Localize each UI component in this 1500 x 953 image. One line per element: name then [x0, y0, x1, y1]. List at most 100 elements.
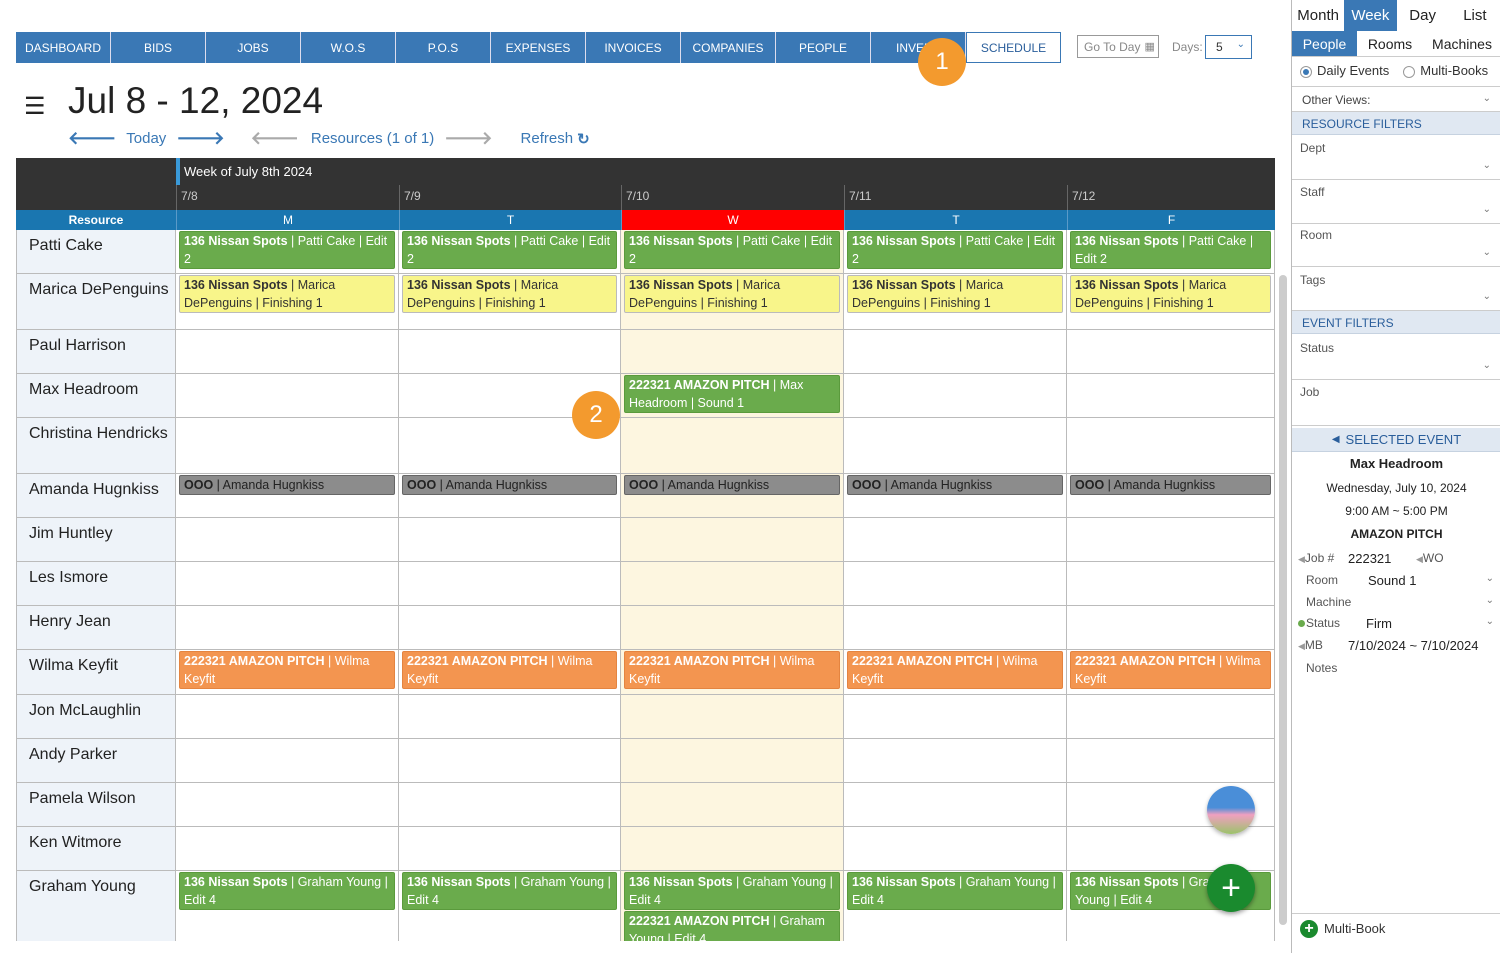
resources-link[interactable]: Resources (1 of 1): [311, 130, 434, 147]
calendar-event[interactable]: 136 Nissan Spots | Marica DePenguins | F…: [1070, 275, 1271, 313]
calendar-event[interactable]: 136 Nissan Spots | Patti Cake | Edit 2: [624, 231, 840, 269]
calendar-event[interactable]: 222321 AMAZON PITCH | Max Headroom | Sou…: [624, 375, 840, 413]
calendar-cell[interactable]: [1067, 695, 1275, 738]
calendar-cell[interactable]: [844, 606, 1067, 649]
calendar-cell[interactable]: [399, 518, 621, 561]
calendar-event[interactable]: OOO | Amanda Hugnkiss: [179, 475, 395, 495]
calendar-event[interactable]: 136 Nissan Spots | Marica DePenguins | F…: [179, 275, 395, 313]
resources-prev-icon[interactable]: 🡐: [251, 128, 299, 149]
nav-companies-button[interactable]: COMPANIES: [681, 32, 776, 63]
go-to-day-button[interactable]: Go To Day ▦: [1077, 35, 1159, 58]
calendar-cell[interactable]: [844, 418, 1067, 473]
filter-staff[interactable]: Staff ⌄: [1292, 180, 1500, 224]
days-select[interactable]: 5 ⌄: [1205, 35, 1252, 59]
calendar-cell[interactable]: [621, 827, 844, 870]
calendar-cell[interactable]: [1067, 518, 1275, 561]
arrow-right-icon[interactable]: 🡒: [176, 128, 224, 149]
nav-pos-button[interactable]: P.O.S: [396, 32, 491, 63]
radio-multi-books[interactable]: Multi-Books: [1403, 63, 1488, 78]
resource-name[interactable]: Jon McLaughlin: [16, 695, 176, 738]
resource-name[interactable]: Pamela Wilson: [16, 783, 176, 826]
resource-name[interactable]: Amanda Hugnkiss: [16, 474, 176, 517]
calendar-cell[interactable]: [1067, 827, 1275, 870]
calendar-event[interactable]: 136 Nissan Spots | Graham Young | Edit 4: [402, 872, 617, 910]
calendar-event[interactable]: 136 Nissan Spots | Graham Young | Edit 4: [179, 872, 395, 910]
app-logo-button[interactable]: [1207, 786, 1255, 834]
calendar-event[interactable]: 222321 AMAZON PITCH | Wilma Keyfit: [402, 651, 617, 689]
calendar-scrollbar[interactable]: [1279, 275, 1287, 925]
resource-name[interactable]: Graham Young: [16, 871, 176, 941]
calendar-cell[interactable]: [176, 562, 399, 605]
calendar-cell[interactable]: [399, 695, 621, 738]
calendar-cell[interactable]: [1067, 606, 1275, 649]
calendar-cell[interactable]: [844, 330, 1067, 373]
resource-name[interactable]: Henry Jean: [16, 606, 176, 649]
filter-dept[interactable]: Dept ⌄: [1292, 136, 1500, 180]
resource-name[interactable]: Ken Witmore: [16, 827, 176, 870]
calendar-event[interactable]: 136 Nissan Spots | Patti Cake | Edit 2: [1070, 231, 1271, 269]
resource-name[interactable]: Patti Cake: [16, 230, 176, 273]
other-views-select[interactable]: Other Views: ⌄: [1292, 86, 1500, 112]
calendar-cell[interactable]: [176, 518, 399, 561]
calendar-event[interactable]: 136 Nissan Spots | Marica DePenguins | F…: [402, 275, 617, 313]
calendar-cell[interactable]: [844, 783, 1067, 826]
resource-name[interactable]: Jim Huntley: [16, 518, 176, 561]
nav-people-button[interactable]: PEOPLE: [776, 32, 871, 63]
resource-name[interactable]: Paul Harrison: [16, 330, 176, 373]
calendar-cell[interactable]: [844, 562, 1067, 605]
calendar-cell[interactable]: [621, 695, 844, 738]
calendar-cell[interactable]: [621, 330, 844, 373]
event-machine-row[interactable]: Machine ⌄: [1306, 595, 1496, 609]
refresh-link[interactable]: Refresh: [521, 130, 574, 147]
filter-status[interactable]: Status ⌄: [1292, 336, 1500, 380]
calendar-cell[interactable]: [621, 418, 844, 473]
calendar-event[interactable]: OOO | Amanda Hugnkiss: [402, 475, 617, 495]
calendar-cell[interactable]: [844, 695, 1067, 738]
calendar-cell[interactable]: [176, 739, 399, 782]
today-link[interactable]: Today: [126, 130, 166, 147]
tab-rooms[interactable]: Rooms: [1357, 31, 1423, 56]
event-status-row[interactable]: Status Firm ⌄: [1298, 616, 1494, 631]
calendar-cell[interactable]: [176, 374, 399, 417]
menu-icon[interactable]: ☰: [24, 92, 46, 121]
calendar-event[interactable]: 136 Nissan Spots | Marica DePenguins | F…: [847, 275, 1063, 313]
calendar-event[interactable]: 136 Nissan Spots | Patti Cake | Edit 2: [847, 231, 1063, 269]
calendar-event[interactable]: 136 Nissan Spots | Graham Young | Edit 4: [624, 872, 840, 910]
calendar-event[interactable]: 222321 AMAZON PITCH | Wilma Keyfit: [847, 651, 1063, 689]
nav-bids-button[interactable]: BIDS: [111, 32, 206, 63]
calendar-cell[interactable]: [1067, 562, 1275, 605]
calendar-cell[interactable]: [1067, 374, 1275, 417]
tab-day[interactable]: Day: [1397, 0, 1449, 31]
calendar-event[interactable]: 136 Nissan Spots | Patti Cake | Edit 2: [402, 231, 617, 269]
calendar-cell[interactable]: [844, 739, 1067, 782]
tab-week[interactable]: Week: [1344, 0, 1397, 31]
add-event-button[interactable]: +: [1207, 864, 1255, 912]
calendar-cell[interactable]: [399, 330, 621, 373]
resource-name[interactable]: Andy Parker: [16, 739, 176, 782]
calendar-event[interactable]: OOO | Amanda Hugnkiss: [624, 475, 840, 495]
calendar-cell[interactable]: [621, 739, 844, 782]
calendar-cell[interactable]: [1067, 418, 1275, 473]
calendar-cell[interactable]: [399, 739, 621, 782]
nav-wos-button[interactable]: W.O.S: [301, 32, 396, 63]
tab-list[interactable]: List: [1449, 0, 1500, 31]
calendar-cell[interactable]: [621, 783, 844, 826]
radio-daily-events[interactable]: Daily Events: [1300, 63, 1389, 78]
nav-invoices-button[interactable]: INVOICES: [586, 32, 681, 63]
calendar-cell[interactable]: [621, 562, 844, 605]
calendar-cell[interactable]: [844, 827, 1067, 870]
refresh-icon[interactable]: ↻: [577, 130, 590, 148]
filter-room[interactable]: Room ⌄: [1292, 223, 1500, 267]
calendar-cell[interactable]: [399, 783, 621, 826]
calendar-event[interactable]: 136 Nissan Spots | Marica DePenguins | F…: [624, 275, 840, 313]
calendar-cell[interactable]: [399, 562, 621, 605]
resource-name[interactable]: Marica DePenguins: [16, 274, 176, 329]
calendar-event[interactable]: 222321 AMAZON PITCH | Graham Young | Edi…: [624, 911, 840, 941]
calendar-cell[interactable]: [176, 418, 399, 473]
calendar-cell[interactable]: [621, 606, 844, 649]
calendar-event[interactable]: OOO | Amanda Hugnkiss: [1070, 475, 1271, 495]
calendar-cell[interactable]: [1067, 330, 1275, 373]
calendar-event[interactable]: 222321 AMAZON PITCH | Wilma Keyfit: [624, 651, 840, 689]
calendar-event[interactable]: OOO | Amanda Hugnkiss: [847, 475, 1063, 495]
calendar-event[interactable]: 222321 AMAZON PITCH | Wilma Keyfit: [179, 651, 395, 689]
